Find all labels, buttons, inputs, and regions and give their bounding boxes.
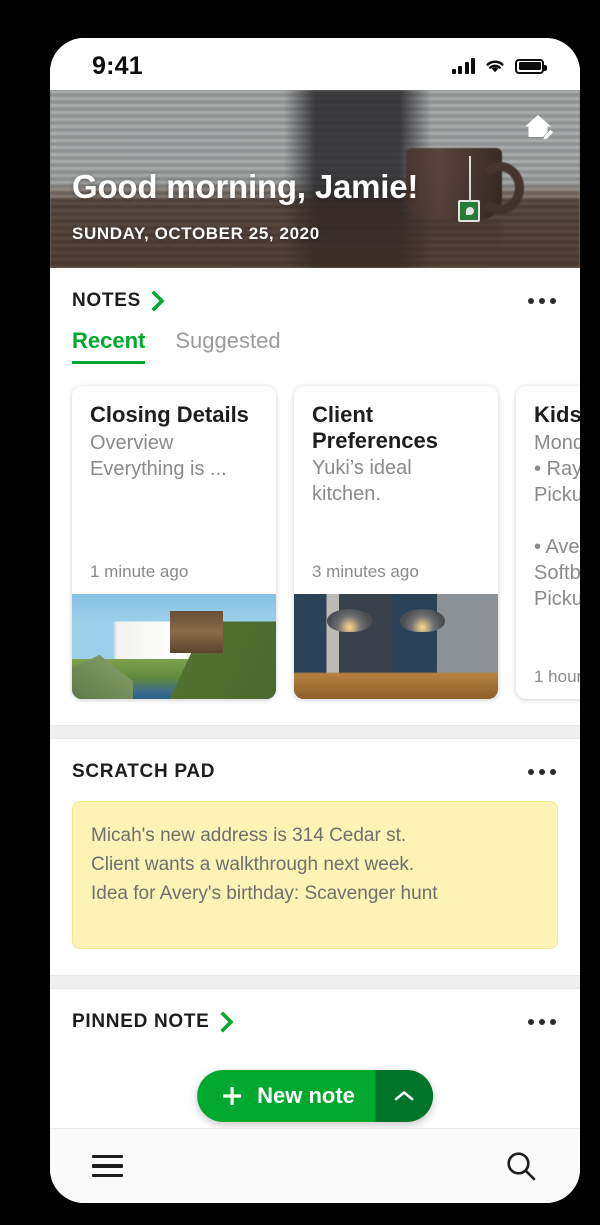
- scratch-pad-line: Idea for Avery's birthday: Scavenger hun…: [91, 882, 438, 904]
- hero-header: Good morning, Jamie! SUNDAY, OCTOBER 25,…: [50, 90, 580, 268]
- scratch-pad-note[interactable]: Micah's new address is 314 Cedar st. Cli…: [72, 801, 558, 949]
- scratch-pad-wrap: Micah's new address is 314 Cedar st. Cli…: [50, 783, 580, 975]
- scratch-pad-section: SCRATCH PAD Micah's new address is 314 C…: [50, 739, 580, 975]
- note-card-title: Closing Details: [90, 402, 249, 427]
- notes-title-group[interactable]: NOTES: [72, 290, 166, 312]
- scratch-pad-title-group: SCRATCH PAD: [72, 761, 215, 783]
- status-bar-time: 9:41: [92, 51, 143, 80]
- note-card-timestamp: 1 hour: [534, 667, 580, 686]
- chevron-up-icon: [394, 1091, 414, 1101]
- status-bar: 9:41: [50, 38, 580, 90]
- note-card[interactable]: Closing Details Overview Everything is .…: [72, 386, 276, 699]
- pinned-note-title: PINNED NOTE: [72, 1011, 210, 1032]
- notes-section-header: NOTES: [50, 268, 580, 312]
- new-note-label: New note: [257, 1083, 355, 1108]
- hamburger-menu-icon[interactable]: [92, 1155, 123, 1177]
- pinned-note-overflow-menu-icon[interactable]: [526, 1011, 558, 1033]
- pinned-note-title-group[interactable]: PINNED NOTE: [72, 1011, 235, 1033]
- scratch-pad-title: SCRATCH PAD: [72, 761, 216, 782]
- battery-full-icon: [515, 58, 547, 74]
- phone-screen: 9:41 Good morning, Jamie! SUNDAY, OCTOBE…: [50, 38, 580, 1203]
- note-card-snippet: Overview Everything is ...: [90, 431, 227, 480]
- scratch-pad-line: Client wants a walkthrough next week.: [91, 853, 415, 875]
- chevron-right-icon[interactable]: [151, 290, 166, 312]
- tab-suggested[interactable]: Suggested: [175, 328, 280, 364]
- note-card-snippet: Yuki’s ideal kitchen.: [312, 457, 412, 506]
- notes-section: NOTES Recent Suggested Closing Details O…: [50, 268, 580, 725]
- new-note-button[interactable]: New note: [197, 1070, 375, 1122]
- note-card-snippet: Mond • Ray - Pickup • Aver Softba Pickup: [534, 431, 580, 610]
- notes-tabs: Recent Suggested: [50, 312, 580, 364]
- pinned-note-section: PINNED NOTE: [50, 989, 580, 1063]
- new-note-fab[interactable]: New note: [197, 1070, 433, 1122]
- scratch-pad-line: Micah's new address is 314 Cedar st.: [91, 825, 407, 846]
- note-card-body: Kids’ Mond • Ray - Pickup • Aver Softba …: [516, 386, 580, 699]
- bottom-navigation-bar: [50, 1128, 580, 1203]
- notes-overflow-menu-icon[interactable]: [526, 290, 558, 312]
- note-card-thumbnail: [72, 594, 276, 699]
- note-card-title: Client Preferences: [312, 402, 438, 453]
- cellular-signal-icon: [451, 58, 475, 74]
- section-divider: [50, 975, 580, 989]
- note-card[interactable]: Kids’ Mond • Ray - Pickup • Aver Softba …: [516, 386, 580, 699]
- greeting-text: Good morning, Jamie!: [72, 168, 419, 205]
- note-card[interactable]: Client Preferences Yuki’s ideal kitchen.…: [294, 386, 498, 699]
- note-card-thumbnail: [294, 594, 498, 699]
- new-note-expand-button[interactable]: [374, 1070, 433, 1122]
- status-bar-icons: [451, 58, 547, 74]
- note-card-timestamp: 3 minutes ago: [312, 562, 419, 581]
- note-card-body: Client Preferences Yuki’s ideal kitchen.…: [294, 386, 498, 594]
- note-card-title: Kids’: [534, 402, 580, 427]
- scratch-pad-header: SCRATCH PAD: [50, 739, 580, 783]
- section-divider: [50, 725, 580, 739]
- notes-title: NOTES: [72, 290, 141, 311]
- note-card-body: Closing Details Overview Everything is .…: [72, 386, 276, 594]
- tab-recent[interactable]: Recent: [72, 328, 146, 364]
- pinned-note-header: PINNED NOTE: [50, 989, 580, 1033]
- wifi-icon: [486, 60, 504, 73]
- plus-icon: [223, 1087, 242, 1105]
- date-text: SUNDAY, OCTOBER 25, 2020: [72, 224, 320, 243]
- home-edit-icon[interactable]: [518, 107, 558, 147]
- chevron-right-icon[interactable]: [220, 1011, 235, 1033]
- phone-frame: 9:41 Good morning, Jamie! SUNDAY, OCTOBE…: [14, 8, 586, 1217]
- scratch-pad-overflow-menu-icon[interactable]: [526, 761, 558, 783]
- note-card-timestamp: 1 minute ago: [90, 562, 189, 581]
- notes-card-carousel[interactable]: Closing Details Overview Everything is .…: [50, 364, 580, 725]
- search-icon[interactable]: [504, 1149, 538, 1183]
